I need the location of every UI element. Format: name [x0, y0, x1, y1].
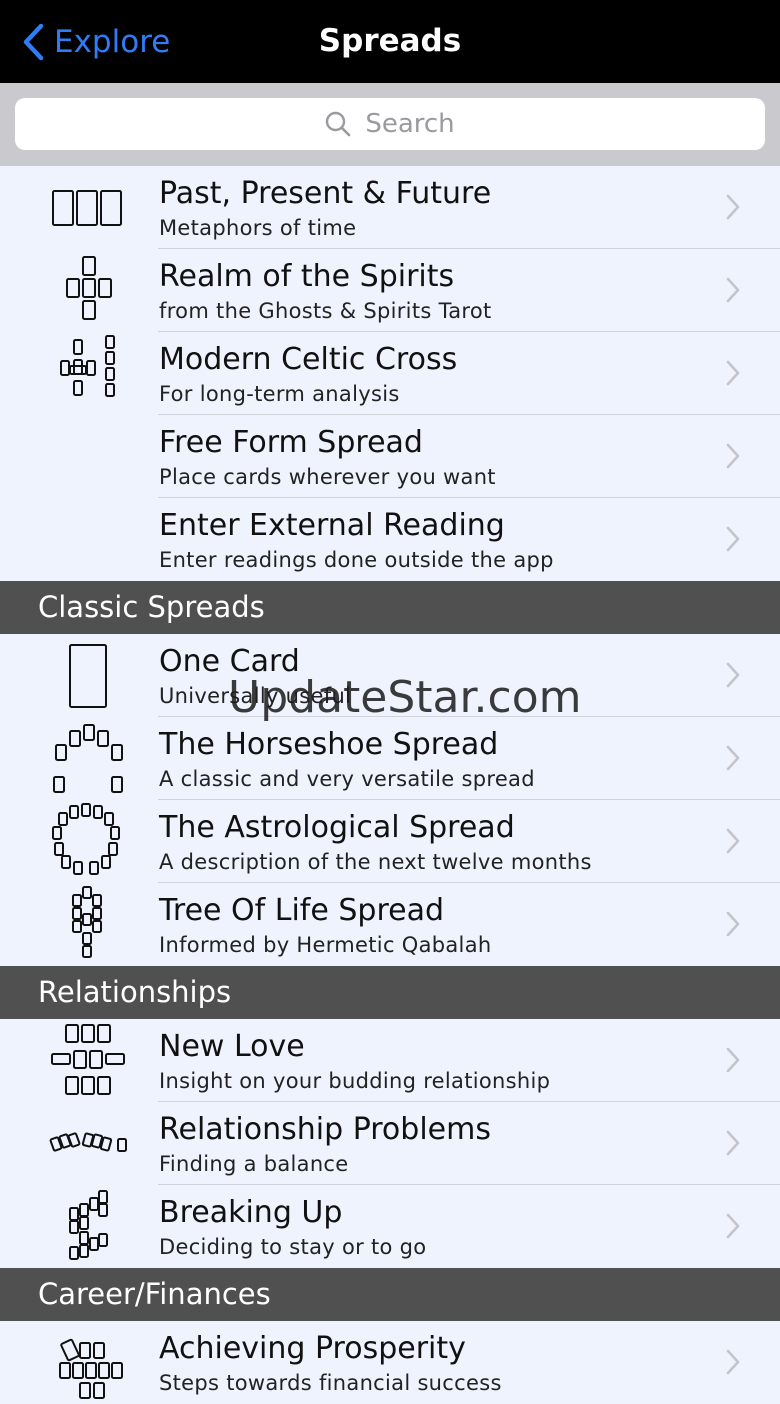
list-item-subtitle: Insight on your budding relationship	[159, 1069, 551, 1093]
list-item-subtitle: Enter readings done outside the app	[159, 548, 554, 572]
list-item-title: Relationship Problems	[159, 1112, 491, 1147]
list-item-title: Tree Of Life Spread	[159, 893, 444, 928]
three-card-spread-icon	[44, 166, 134, 249]
list-item-title: Modern Celtic Cross	[159, 342, 458, 377]
chevron-right-icon	[726, 194, 740, 220]
list-item-subtitle: from the Ghosts & Spirits Tarot	[159, 299, 492, 323]
relationship-problems-icon	[44, 1102, 134, 1185]
section-header: Relationships	[0, 966, 780, 1019]
list-item-subtitle: Steps towards financial success	[159, 1371, 502, 1395]
spread-list: Past, Present & Future Metaphors of time R…	[0, 166, 780, 1404]
chevron-left-icon	[23, 23, 44, 61]
section-header: Career/Finances	[0, 1268, 780, 1321]
list-item-subtitle: Metaphors of time	[159, 216, 357, 240]
search-icon	[326, 111, 351, 137]
horseshoe-spread-icon	[44, 717, 134, 800]
chevron-right-icon	[726, 828, 740, 854]
search-placeholder: Search	[365, 109, 455, 139]
chevron-right-icon	[726, 1213, 740, 1239]
list-item-subtitle: Finding a balance	[159, 1152, 349, 1176]
list-item-title: Enter External Reading	[159, 508, 505, 543]
search-bar: Search	[0, 83, 780, 166]
list-item[interactable]: Achieving Prosperity Steps towards financ…	[0, 1321, 780, 1404]
astrological-spread-icon	[44, 800, 134, 883]
list-item-title: New Love	[159, 1029, 305, 1064]
list-item[interactable]: Relationship Problems Finding a balance	[0, 1102, 780, 1185]
section-header: Classic Spreads	[0, 581, 780, 634]
chevron-right-icon	[726, 1349, 740, 1375]
navigation-bar: Explore Spreads	[0, 0, 780, 83]
breaking-up-spread-icon	[44, 1185, 134, 1268]
celtic-cross-icon	[44, 332, 134, 415]
list-item-title: Past, Present & Future	[159, 176, 492, 211]
list-item-subtitle: Informed by Hermetic Qabalah	[159, 933, 492, 957]
list-item-title: The Horseshoe Spread	[159, 727, 499, 762]
chevron-right-icon	[726, 443, 740, 469]
chevron-right-icon	[726, 662, 740, 688]
chevron-right-icon	[726, 745, 740, 771]
list-item-title: Realm of the Spirits	[159, 259, 455, 294]
list-item[interactable]: One Card Universally useful	[0, 634, 780, 717]
list-item[interactable]: The Astrological Spread A description of …	[0, 800, 780, 883]
list-item-subtitle: Deciding to stay or to go	[159, 1235, 427, 1259]
back-button[interactable]: Explore	[22, 20, 170, 64]
list-item[interactable]: Enter External Reading Enter readings don…	[0, 498, 780, 581]
list-item[interactable]: Realm of the Spirits from the Ghosts & Sp…	[0, 249, 780, 332]
list-item[interactable]: New Love Insight on your budding relation…	[0, 1019, 780, 1102]
list-item-subtitle: A description of the next twelve months	[159, 850, 592, 874]
new-love-spread-icon	[44, 1019, 134, 1102]
list-item-title: The Astrological Spread	[159, 810, 515, 845]
chevron-right-icon	[726, 277, 740, 303]
list-item-subtitle: Universally useful	[159, 684, 352, 708]
list-item[interactable]: Tree Of Life Spread Informed by Hermetic …	[0, 883, 780, 966]
chevron-right-icon	[726, 526, 740, 552]
prosperity-spread-icon	[44, 1321, 134, 1404]
chevron-right-icon	[726, 360, 740, 386]
list-item[interactable]: Modern Celtic Cross For long-term analysi…	[0, 332, 780, 415]
list-item-title: One Card	[159, 644, 300, 679]
list-item-title: Breaking Up	[159, 1195, 343, 1230]
list-item-title: Achieving Prosperity	[159, 1331, 466, 1366]
back-label: Explore	[54, 24, 171, 60]
list-item[interactable]: Free Form Spread Place cards wherever you…	[0, 415, 780, 498]
list-item[interactable]: Breaking Up Deciding to stay or to go	[0, 1185, 780, 1268]
list-item-subtitle: For long-term analysis	[159, 382, 400, 406]
list-item-subtitle: Place cards wherever you want	[159, 465, 496, 489]
tree-of-life-icon	[44, 883, 134, 966]
list-item-subtitle: A classic and very versatile spread	[159, 767, 535, 791]
list-item[interactable]: Past, Present & Future Metaphors of time	[0, 166, 780, 249]
one-card-icon	[44, 634, 134, 717]
chevron-right-icon	[726, 911, 740, 937]
search-input[interactable]: Search	[15, 98, 765, 150]
list-item[interactable]: The Horseshoe Spread A classic and very v…	[0, 717, 780, 800]
cross-spread-icon	[44, 249, 134, 332]
chevron-right-icon	[726, 1047, 740, 1073]
chevron-right-icon	[726, 1130, 740, 1156]
list-item-title: Free Form Spread	[159, 425, 423, 460]
